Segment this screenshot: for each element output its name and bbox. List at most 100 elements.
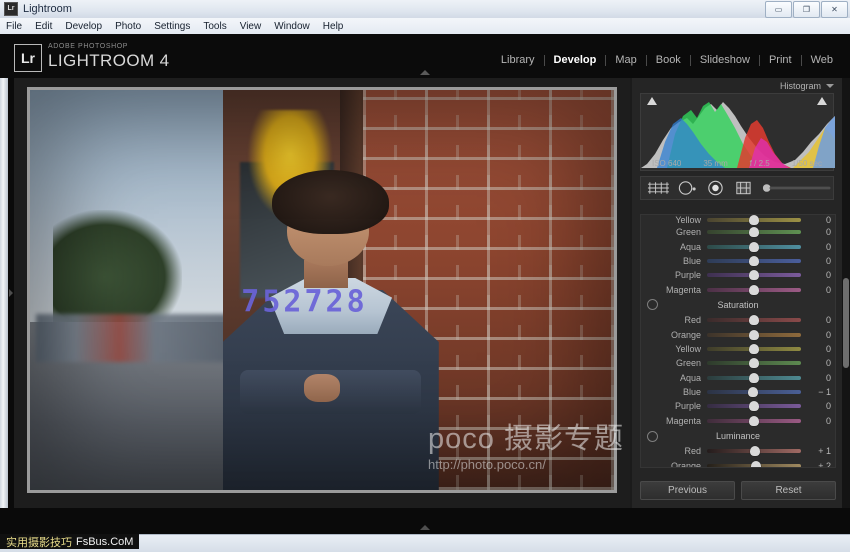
menu-item-develop[interactable]: Develop [65, 21, 102, 32]
target-adjustment-icon[interactable] [647, 431, 658, 442]
tool-strip [640, 176, 834, 200]
menu-item-help[interactable]: Help [323, 21, 344, 32]
slider-knob[interactable] [749, 285, 759, 295]
slider-knob[interactable] [749, 358, 759, 368]
close-button[interactable]: ✕ [821, 1, 848, 18]
right-panel-scrollbar[interactable] [842, 78, 850, 508]
module-library[interactable]: Library [492, 54, 544, 66]
slider-knob[interactable] [750, 446, 760, 456]
chevron-down-icon[interactable] [826, 84, 834, 88]
red-eye-correction-tool-icon[interactable] [705, 180, 726, 196]
slider-row-saturation-magenta[interactable]: Magenta 0 [641, 414, 835, 428]
slider-row-saturation-orange[interactable]: Orange 0 [641, 327, 835, 341]
slider-label: Green [645, 358, 707, 368]
slider-knob[interactable] [749, 315, 759, 325]
slider-value: 0 [801, 215, 831, 225]
slider-knob[interactable] [749, 215, 759, 225]
module-web[interactable]: Web [802, 54, 842, 66]
exif-aperture: f / 2.5 [750, 159, 770, 168]
minimize-button[interactable]: ▭ [765, 1, 792, 18]
slider-knob[interactable] [749, 270, 759, 280]
close-icon: ✕ [831, 6, 838, 14]
crop-overlay-tool-icon[interactable] [647, 181, 670, 195]
slider-track[interactable] [707, 390, 801, 394]
slider-track[interactable] [707, 218, 801, 222]
module-slideshow[interactable]: Slideshow [691, 54, 759, 66]
menu-item-window[interactable]: Window [274, 21, 310, 32]
slider-value: 0 [801, 330, 831, 340]
histogram-widget[interactable]: ISO 640 35 mm f / 2.5 1/50 sec [640, 93, 834, 171]
menu-item-edit[interactable]: Edit [35, 21, 52, 32]
slider-row-saturation-green[interactable]: Green 0 [641, 356, 835, 370]
slider-knob[interactable] [749, 373, 759, 383]
slider-row-saturation-red[interactable]: Red 0 [641, 313, 835, 327]
slider-row-hue-purple[interactable]: Purple 0 [641, 268, 835, 282]
menu-item-file[interactable]: File [6, 21, 22, 32]
histogram-header[interactable]: Histogram [632, 78, 842, 93]
slider-row-luminance-orange[interactable]: Orange + 2 [641, 458, 835, 468]
spot-removal-tool-icon[interactable] [677, 180, 698, 196]
module-develop[interactable]: Develop [545, 54, 606, 66]
slider-knob[interactable] [749, 242, 759, 252]
previous-button[interactable]: Previous [640, 481, 735, 500]
slider-knob[interactable] [749, 416, 759, 426]
module-map[interactable]: Map [606, 54, 645, 66]
menu-item-tools[interactable]: Tools [203, 21, 226, 32]
slider-track[interactable] [707, 347, 801, 351]
slider-row-saturation-purple[interactable]: Purple 0 [641, 399, 835, 413]
maximize-button[interactable]: ❐ [793, 1, 820, 18]
menu-item-photo[interactable]: Photo [115, 21, 141, 32]
slider-knob[interactable] [748, 387, 758, 397]
slider-knob[interactable] [749, 227, 759, 237]
slider-track[interactable] [707, 376, 801, 380]
menu-item-settings[interactable]: Settings [154, 21, 190, 32]
watermark-number: 752728 [241, 285, 367, 320]
slider-row-hue-aqua[interactable]: Aqua 0 [641, 239, 835, 253]
graduated-filter-tool-icon[interactable] [733, 180, 754, 196]
slider-row-hue-blue[interactable]: Blue 0 [641, 254, 835, 268]
target-adjustment-icon[interactable] [647, 299, 658, 310]
slider-track[interactable] [707, 464, 801, 468]
highlight-clipping-indicator[interactable] [817, 97, 827, 105]
slider-track[interactable] [707, 333, 801, 337]
chevron-up-icon[interactable] [420, 525, 430, 530]
slider-row-hue-magenta[interactable]: Magenta 0 [641, 283, 835, 297]
slider-knob[interactable] [749, 330, 759, 340]
module-book[interactable]: Book [647, 54, 690, 66]
slider-track[interactable] [707, 449, 801, 453]
slider-label: Yellow [645, 344, 707, 354]
slider-knob[interactable] [751, 461, 761, 468]
slider-track[interactable] [707, 273, 801, 277]
slider-track[interactable] [707, 404, 801, 408]
slider-value: 0 [801, 227, 831, 237]
top-panel-collapse-arrow[interactable] [420, 70, 430, 75]
slider-value: 0 [801, 358, 831, 368]
slider-row-hue-green[interactable]: Green 0 [641, 225, 835, 239]
scrollbar-thumb[interactable] [843, 278, 849, 368]
filmstrip-collapse-bar[interactable] [0, 508, 850, 534]
slider-track[interactable] [707, 361, 801, 365]
shadow-clipping-indicator[interactable] [647, 97, 657, 105]
slider-track[interactable] [707, 259, 801, 263]
slider-label: Yellow [645, 215, 707, 225]
slider-track[interactable] [707, 419, 801, 423]
slider-knob[interactable] [749, 401, 759, 411]
reset-button[interactable]: Reset [741, 481, 836, 500]
slider-row-saturation-yellow[interactable]: Yellow 0 [641, 342, 835, 356]
slider-knob[interactable] [749, 344, 759, 354]
slider-value: − 1 [801, 387, 831, 397]
slider-row-saturation-blue[interactable]: Blue − 1 [641, 385, 835, 399]
image-viewer[interactable]: 752728 poco 摄影专题 http://photo.poco.cn/ [14, 78, 630, 508]
slider-track[interactable] [707, 245, 801, 249]
slider-row-hue-yellow[interactable]: Yellow 0 [641, 215, 835, 225]
menu-item-view[interactable]: View [240, 21, 262, 32]
slider-value: + 2 [801, 461, 831, 468]
adjustment-brush-tool-icon[interactable] [761, 181, 833, 195]
module-print[interactable]: Print [760, 54, 801, 66]
slider-row-luminance-red[interactable]: Red + 1 [641, 444, 835, 458]
slider-track[interactable] [707, 230, 801, 234]
slider-knob[interactable] [749, 256, 759, 266]
slider-track[interactable] [707, 288, 801, 292]
slider-row-saturation-aqua[interactable]: Aqua 0 [641, 371, 835, 385]
slider-track[interactable] [707, 318, 801, 322]
